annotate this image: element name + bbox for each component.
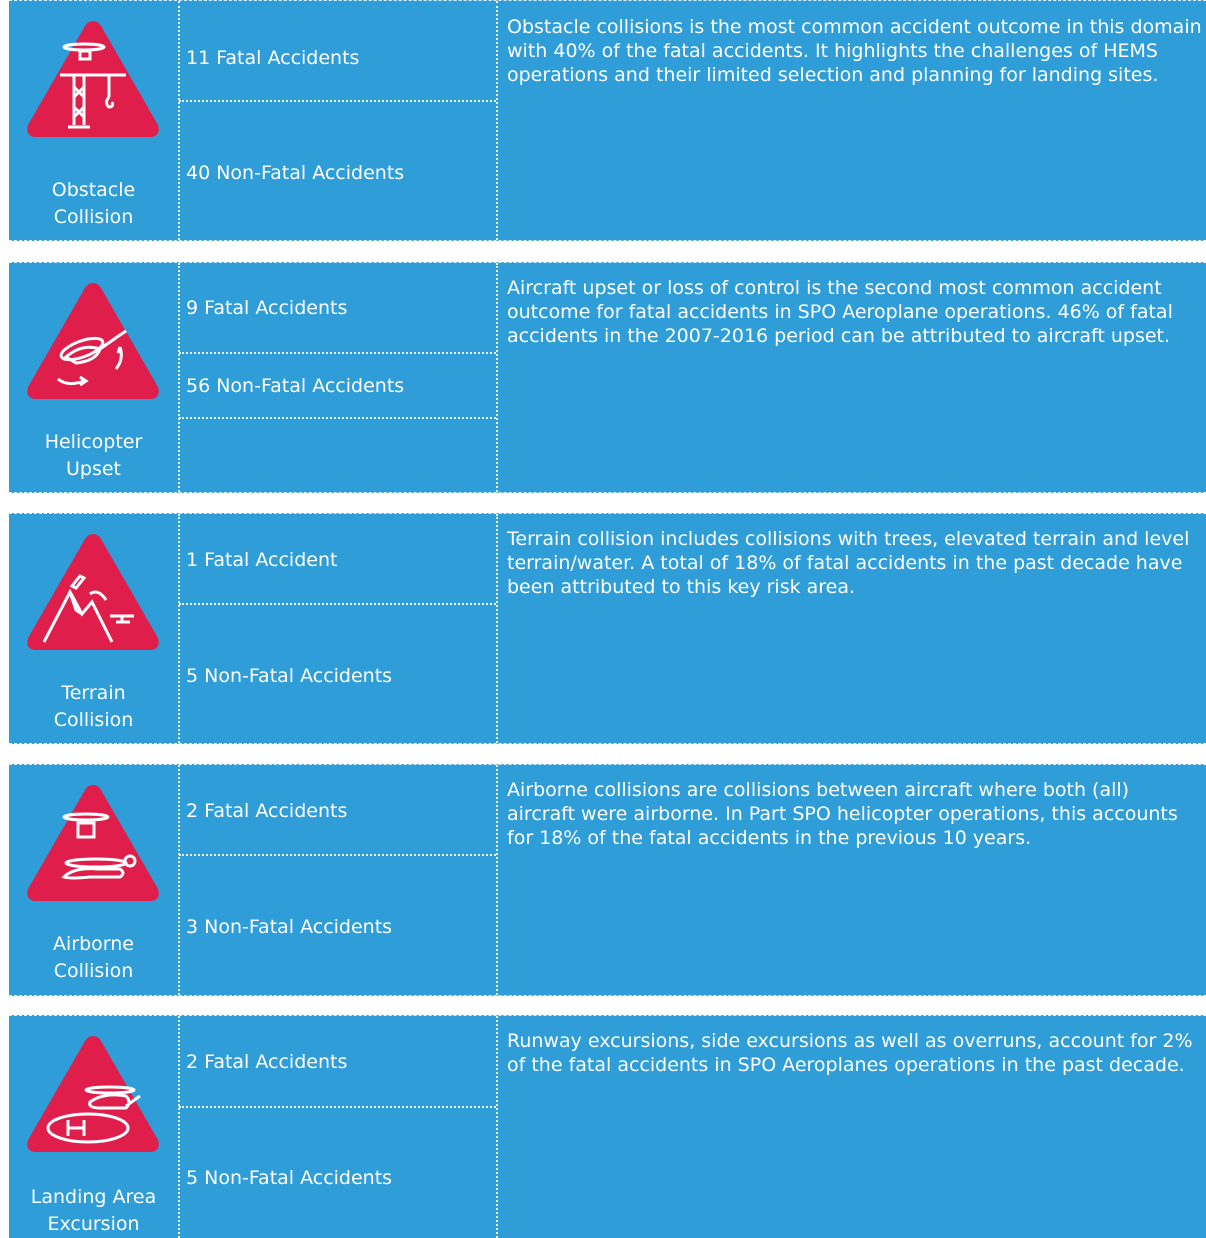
risk-label: Landing Area Excursion (9, 1184, 178, 1238)
crane-helicopter-icon (27, 21, 159, 137)
risk-description: Airborne collisions are collisions betwe… (507, 779, 1178, 849)
column-divider (178, 765, 180, 995)
risk-label: Helicopter Upset (9, 429, 178, 483)
risk-row-helicopter-upset: Helicopter Upset 9 Fatal Accidents 56 No… (9, 262, 1206, 493)
column-divider (178, 514, 180, 743)
risk-label-line2: Collision (53, 960, 134, 982)
risk-icon-cell: Obstacle Collision (9, 1, 178, 240)
fatal-count: 2 Fatal Accidents (186, 800, 348, 822)
risk-icon-cell: Landing Area Excursion (9, 1016, 178, 1238)
risk-icon-cell: Helicopter Upset (9, 263, 178, 492)
risk-label-line2: Upset (65, 458, 121, 480)
risk-description: Terrain collision includes collisions wi… (507, 528, 1190, 598)
non-fatal-count: 3 Non-Fatal Accidents (186, 916, 393, 938)
risk-row-landing-area-excursion: Landing Area Excursion 2 Fatal Accidents… (9, 1015, 1206, 1238)
risk-label: Terrain Collision (9, 680, 178, 734)
column-divider (496, 1016, 498, 1238)
non-fatal-count: 5 Non-Fatal Accidents (186, 665, 393, 687)
stat-divider (179, 603, 496, 605)
risk-row-terrain-collision: Terrain Collision 1 Fatal Accident 5 Non… (9, 513, 1206, 744)
risk-label-line1: Terrain (61, 682, 126, 704)
stat-divider (179, 1106, 496, 1108)
stat-divider (179, 100, 496, 102)
non-fatal-count: 56 Non-Fatal Accidents (186, 375, 405, 397)
non-fatal-count: 40 Non-Fatal Accidents (186, 162, 405, 184)
column-divider (496, 765, 498, 995)
column-divider (496, 1, 498, 240)
stat-divider (179, 352, 496, 354)
risk-description: Obstacle collisions is the most common a… (507, 16, 1202, 86)
non-fatal-count: 5 Non-Fatal Accidents (186, 1167, 393, 1189)
risk-label-line1: Landing Area (30, 1186, 157, 1208)
risk-row-obstacle-collision: Obstacle Collision 11 Fatal Accidents 40… (9, 0, 1206, 241)
fatal-count: 2 Fatal Accidents (186, 1051, 348, 1073)
risk-description: Aircraft upset or loss of control is the… (507, 277, 1173, 347)
helicopter-upset-icon (27, 283, 159, 399)
mountain-terrain-icon (27, 534, 159, 650)
column-divider (496, 514, 498, 743)
fatal-count: 9 Fatal Accidents (186, 297, 348, 319)
risk-label-line2: Collision (53, 709, 134, 731)
column-divider (178, 1016, 180, 1238)
helipad-landing-icon (27, 1036, 159, 1152)
risk-label-line1: Helicopter (44, 431, 143, 453)
fatal-count: 1 Fatal Accident (186, 549, 338, 571)
risk-icon-cell: Terrain Collision (9, 514, 178, 743)
column-divider (496, 263, 498, 492)
risk-label: Airborne Collision (9, 931, 178, 985)
risk-label-line2: Excursion (47, 1213, 140, 1235)
fatal-count: 11 Fatal Accidents (186, 47, 360, 69)
risk-row-airborne-collision: Airborne Collision 2 Fatal Accidents 3 N… (9, 764, 1206, 996)
stat-divider (179, 854, 496, 856)
risk-description: Runway excursions, side excursions as we… (507, 1030, 1193, 1076)
column-divider (178, 263, 180, 492)
risk-label-line2: Collision (53, 206, 134, 228)
risk-icon-cell: Airborne Collision (9, 765, 178, 995)
stat-divider (179, 417, 496, 419)
risk-label: Obstacle Collision (9, 177, 178, 231)
risk-label-line1: Obstacle (51, 179, 136, 201)
risk-label-line1: Airborne (53, 933, 134, 955)
airborne-helicopters-icon (27, 785, 159, 901)
column-divider (178, 1, 180, 240)
